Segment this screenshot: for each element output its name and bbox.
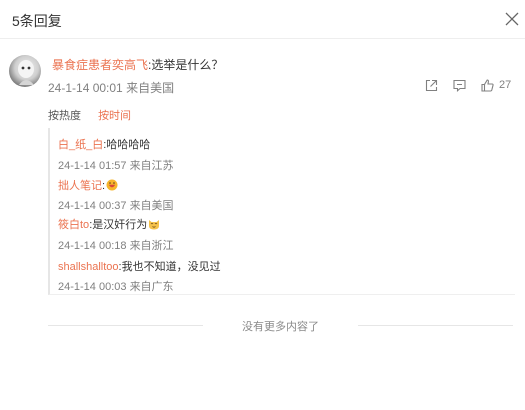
reply-text: :我也不知道，没见过 [118, 261, 221, 273]
reply-meta: 24-1-14 00:37 来自美国 [58, 197, 174, 213]
share-icon[interactable] [424, 77, 439, 93]
reply-meta: 24-1-14 00:03 来自广东 [58, 278, 174, 294]
no-more-content: 没有更多内容了 [48, 318, 513, 333]
sort-tabs: 按热度 按时间 [48, 107, 131, 123]
reply-user[interactable]: 拙人笔记 [58, 180, 102, 192]
footer-text: 没有更多内容了 [232, 321, 329, 333]
dialog-header: 5条回复 [0, 0, 525, 38]
comment-icon[interactable] [452, 77, 467, 93]
reply-time: 24-1-14 01:57 [58, 160, 127, 172]
header-divider [0, 38, 525, 39]
reply-user[interactable]: 白_纸_白 [58, 139, 103, 151]
reply-item: shallshalltoo:我也不知道，没见过 [58, 258, 221, 274]
main-comment-user[interactable]: 暴食症患者奕高飞 [52, 58, 148, 72]
reply-time: 24-1-14 00:18 [58, 240, 127, 252]
reply-time: 24-1-14 00:03 [58, 281, 127, 293]
reply-location: 来自浙江 [129, 240, 174, 252]
thumbs-up-icon [480, 78, 495, 93]
reply-text: :是汉奸行为 [89, 219, 148, 231]
main-comment-actions: 27 [0, 77, 525, 93]
reply-text: : [102, 180, 106, 192]
like-count: 27 [499, 79, 512, 91]
main-comment-text: :选举是什么？ [148, 58, 224, 72]
grinning-face-emoji-icon [106, 179, 118, 191]
like-button[interactable]: 27 [480, 77, 511, 93]
reply-meta: 24-1-14 00:18 来自浙江 [58, 237, 174, 253]
reply-item: 白_纸_白:哈哈哈哈 [58, 136, 150, 152]
reply-user[interactable]: shallshalltoo [58, 261, 119, 273]
reply-location: 来自江苏 [129, 160, 174, 172]
reply-location: 来自美国 [129, 200, 174, 212]
main-comment: 暴食症患者奕高飞:选举是什么？ [52, 56, 223, 73]
reply-item: 筱白to:是汉奸行为 [58, 216, 160, 232]
close-icon[interactable] [504, 11, 520, 27]
reply-time: 24-1-14 00:37 [58, 200, 127, 212]
sort-by-hot[interactable]: 按热度 [48, 110, 81, 122]
reply-location: 来自广东 [129, 281, 174, 293]
reply-meta: 24-1-14 01:57 来自江苏 [58, 157, 174, 173]
reply-text: :哈哈哈哈 [103, 139, 151, 151]
reply-user[interactable]: 筱白to [58, 219, 89, 231]
reply-item: 拙人笔记: [58, 177, 118, 193]
dialog-title: 5条回复 [12, 13, 62, 29]
sort-by-time[interactable]: 按时间 [98, 110, 131, 122]
cat-face-emoji-icon [148, 218, 160, 230]
reply-thread: 白_纸_白:哈哈哈哈 24-1-14 01:57 来自江苏 拙人笔记: 24-1… [48, 128, 515, 295]
